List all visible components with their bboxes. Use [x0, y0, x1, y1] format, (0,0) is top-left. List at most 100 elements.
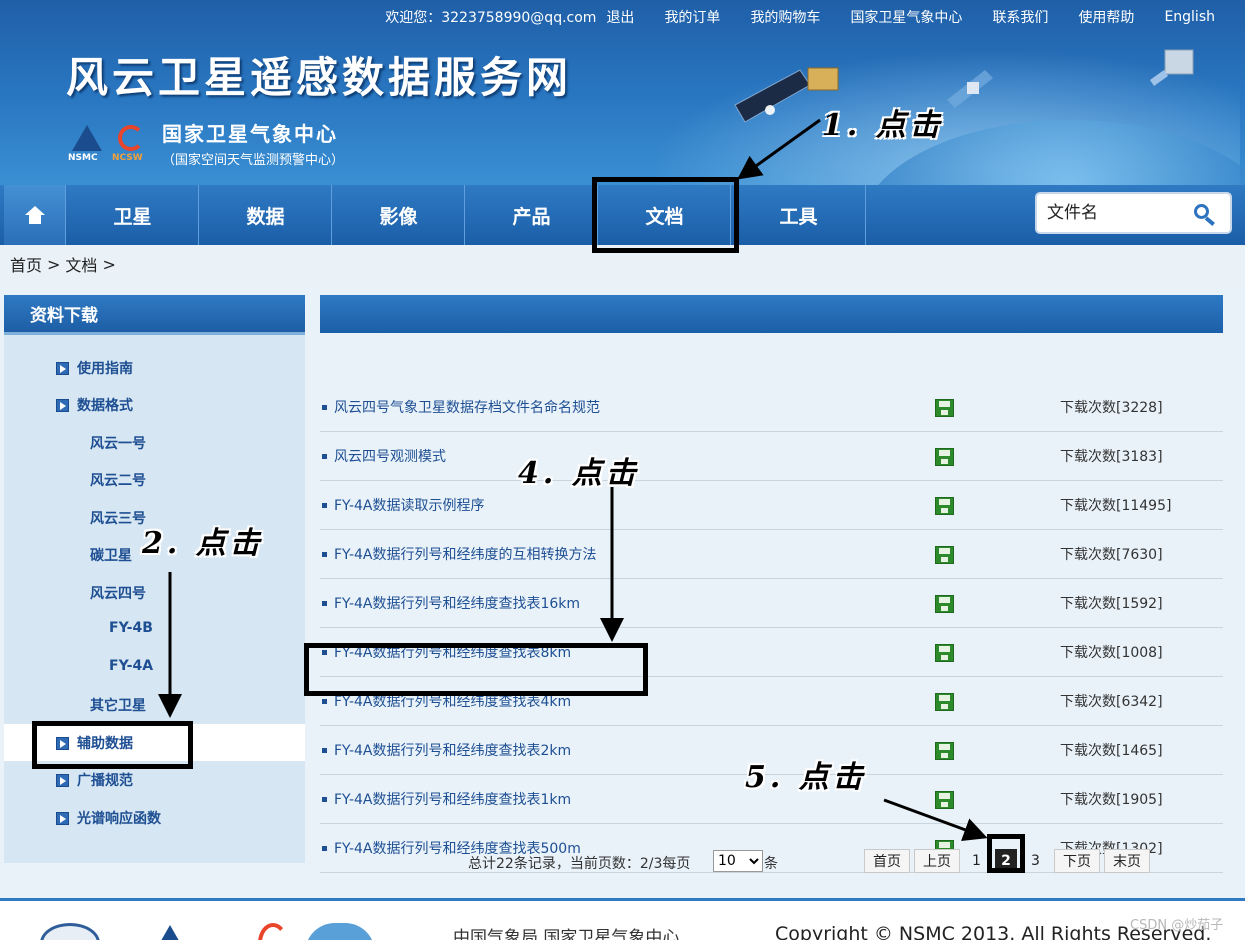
page-1-link[interactable]: 1: [972, 853, 981, 869]
sidebar-item-label: 广播规范: [77, 773, 133, 789]
nav-item-imagery[interactable]: 影像: [333, 185, 465, 245]
download-count: 下载次数[6342]: [1060, 694, 1163, 710]
download-count: 下载次数[1465]: [1060, 743, 1163, 759]
bullet-icon: [322, 747, 327, 753]
sidebar-item-fy1[interactable]: 风云一号: [90, 433, 146, 453]
document-title-text: FY-4A数据行列号和经纬度查找表1km: [334, 792, 572, 808]
sidebar-item-other-satellites[interactable]: 其它卫星: [90, 695, 146, 715]
document-row: FY-4A数据行列号和经纬度的互相转换方法 下载次数[7630]: [320, 530, 1223, 579]
document-row: 风云四号气象卫星数据存档文件名命名规范 下载次数[3228]: [320, 383, 1223, 432]
sidebar-item-data-format[interactable]: 数据格式: [56, 395, 133, 415]
center-name-sub: （国家空间天气监测预警中心）: [162, 153, 345, 168]
annotation-box-auxiliary: [32, 721, 193, 769]
sidebar-item-fy2[interactable]: 风云二号: [90, 470, 146, 490]
nav-home[interactable]: [4, 185, 66, 245]
document-title-text: 风云四号观测模式: [334, 449, 446, 465]
nav-item-satellite[interactable]: 卫星: [67, 185, 199, 245]
document-row: FY-4A数据行列号和经纬度查找表16km 下载次数[1592]: [320, 579, 1223, 628]
pagination: 总计22条记录，当前页数：2/3每页 10 条 首页 上页 1 2 3 下页 末…: [468, 849, 1228, 875]
annotation-step-2: 2. 点击: [142, 526, 264, 561]
annotation-step-1: 1. 点击: [822, 108, 944, 143]
download-count: 下载次数[1008]: [1060, 645, 1163, 661]
search-box: [1035, 192, 1232, 234]
last-page-button[interactable]: 末页: [1104, 849, 1150, 873]
footer-org: 中国气象局 国家卫星气象中心: [453, 928, 680, 940]
sidebar-item-fy4[interactable]: 风云四号: [90, 583, 146, 603]
download-icon[interactable]: [935, 448, 954, 466]
sidebar-item-fy4a[interactable]: FY-4A: [109, 658, 153, 674]
sidebar-item-tansat[interactable]: 碳卫星: [90, 545, 132, 565]
ncsw-footer-logo: [258, 923, 288, 940]
partner-footer-logo: [305, 923, 375, 940]
bullet-icon: [322, 453, 327, 459]
nav-item-tools[interactable]: 工具: [732, 185, 866, 245]
annotation-box-documents: [592, 177, 739, 253]
sidebar-item-user-guide[interactable]: 使用指南: [56, 358, 133, 378]
document-title-link[interactable]: 风云四号观测模式: [322, 446, 446, 466]
page-size-select[interactable]: 10: [713, 850, 763, 872]
document-title-link[interactable]: FY-4A数据行列号和经纬度的互相转换方法: [322, 544, 596, 564]
prev-page-button[interactable]: 上页: [914, 849, 960, 873]
page-3-link[interactable]: 3: [1031, 853, 1040, 869]
play-square-icon: [56, 361, 69, 375]
document-title-link[interactable]: FY-4A数据行列号和经纬度查找表1km: [322, 789, 571, 809]
next-page-button[interactable]: 下页: [1054, 849, 1100, 873]
download-icon[interactable]: [935, 742, 954, 760]
breadcrumb-separator: >: [102, 254, 116, 274]
breadcrumb-documents[interactable]: 文档: [65, 252, 97, 276]
sidebar-item-broadcast-spec[interactable]: 广播规范: [56, 770, 133, 790]
download-count: 下载次数[7630]: [1060, 547, 1163, 563]
breadcrumb-home[interactable]: 首页: [10, 252, 42, 276]
document-title-link[interactable]: FY-4A数据读取示例程序: [322, 495, 484, 515]
nav-item-data[interactable]: 数据: [200, 185, 332, 245]
welcome-text: 欢迎您：3223758990@qq.com: [385, 10, 597, 26]
breadcrumb-separator: >: [47, 254, 61, 274]
document-title-text: FY-4A数据行列号和经纬度查找表2km: [334, 743, 572, 759]
download-icon[interactable]: [935, 693, 954, 711]
logout-link[interactable]: 退出: [606, 7, 634, 27]
annotation-step-4: 4. 点击: [518, 456, 640, 491]
sidebar-item-spectral-response[interactable]: 光谱响应函数: [56, 808, 161, 828]
english-link[interactable]: English: [1164, 9, 1215, 25]
play-square-icon: [56, 773, 69, 787]
document-title-text: FY-4A数据读取示例程序: [334, 498, 485, 514]
contact-link[interactable]: 联系我们: [992, 7, 1048, 27]
download-icon[interactable]: [935, 595, 954, 613]
annotation-box-4km: [304, 643, 648, 696]
document-title-link[interactable]: 风云四号气象卫星数据存档文件名命名规范: [322, 397, 600, 417]
document-title-link[interactable]: FY-4A数据行列号和经纬度查找表2km: [322, 740, 571, 760]
download-count: 下载次数[1592]: [1060, 596, 1163, 612]
download-icon[interactable]: [935, 644, 954, 662]
center-name: 国家卫星气象中心 （国家空间天气监测预警中心）: [162, 118, 344, 168]
bullet-icon: [322, 698, 327, 704]
nsmc-link[interactable]: 国家卫星气象中心: [850, 7, 962, 27]
satellite-illustration-2: [947, 70, 993, 108]
sidebar-item-fy3[interactable]: 风云三号: [90, 508, 146, 528]
sidebar-item-label: 数据格式: [77, 398, 133, 414]
my-cart-link[interactable]: 我的购物车: [750, 7, 820, 27]
play-square-icon: [56, 398, 69, 412]
sidebar-title: 资料下载: [4, 295, 305, 335]
download-count: 下载次数[11495]: [1060, 498, 1172, 514]
document-title-link[interactable]: FY-4A数据行列号和经纬度查找表16km: [322, 593, 580, 613]
my-orders-link[interactable]: 我的订单: [664, 7, 720, 27]
document-row: FY-4A数据读取示例程序 下载次数[11495]: [320, 481, 1223, 530]
search-input[interactable]: [1047, 203, 1197, 223]
search-icon[interactable]: [1194, 204, 1216, 226]
home-icon: [24, 206, 45, 224]
content-area: 资料下载 使用指南 数据格式 风云一号 风云二号 风云三号 碳卫星 风云四号 F…: [0, 283, 1245, 898]
csdn-watermark: CSDN @炒茄子: [1130, 918, 1224, 933]
download-icon[interactable]: [935, 791, 954, 809]
document-title-text: FY-4A数据行列号和经纬度的互相转换方法: [334, 547, 597, 563]
download-icon[interactable]: [935, 546, 954, 564]
nav-item-products[interactable]: 产品: [466, 185, 598, 245]
center-name-main: 国家卫星气象中心: [162, 122, 338, 146]
logo-block[interactable]: NSMC NCSW 国家卫星气象中心 （国家空间天气监测预警中心）: [68, 118, 344, 168]
first-page-button[interactable]: 首页: [864, 849, 910, 873]
download-icon[interactable]: [935, 399, 954, 417]
download-icon[interactable]: [935, 497, 954, 515]
sidebar-item-fy4b[interactable]: FY-4B: [109, 620, 153, 636]
sidebar-item-label: 使用指南: [77, 361, 133, 377]
help-link[interactable]: 使用帮助: [1078, 7, 1134, 27]
cma-logo: [40, 923, 100, 940]
